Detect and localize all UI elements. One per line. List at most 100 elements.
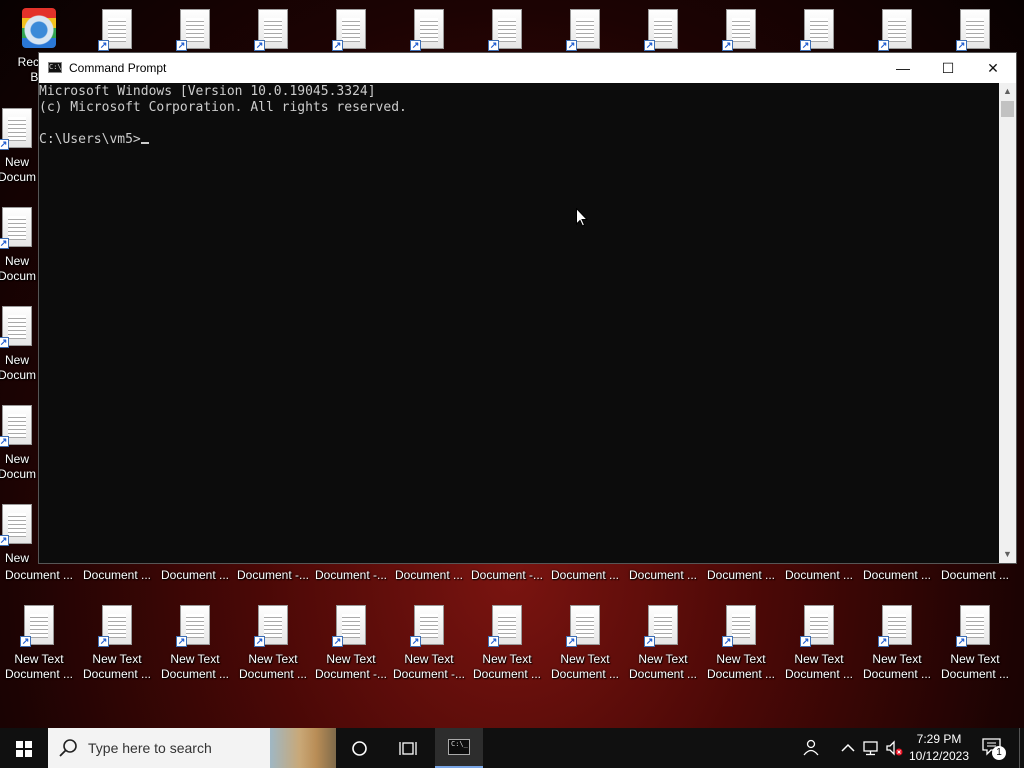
text-document-icon: ↗: [644, 9, 678, 51]
desktop-file-label[interactable]: Document ...: [858, 568, 936, 583]
text-document-icon: ↗: [800, 605, 834, 647]
start-button[interactable]: [0, 728, 48, 768]
icon-label-line2: Document ...: [862, 568, 932, 582]
desktop-file-label[interactable]: Document ...: [0, 568, 78, 583]
console-line: (c) Microsoft Corporation. All rights re…: [39, 100, 407, 115]
search-icon: [59, 739, 77, 757]
desktop-file-label[interactable]: Document ...: [624, 568, 702, 583]
shortcut-arrow-icon: ↗: [0, 535, 9, 546]
shortcut-arrow-icon: ↗: [254, 636, 265, 647]
shortcut-arrow-icon: ↗: [878, 40, 889, 51]
action-center-button[interactable]: 1: [978, 736, 1006, 760]
scroll-up-button[interactable]: ▲: [999, 83, 1016, 100]
desktop-file-label[interactable]: Document ...: [390, 568, 468, 583]
text-document-icon: ↗: [410, 9, 444, 51]
desktop-file-icon[interactable]: ↗ New TextDocument ...: [624, 605, 702, 682]
notification-badge: 1: [992, 746, 1006, 760]
desktop-file-icon[interactable]: ↗ New TextDocument -...: [390, 605, 468, 682]
console-line: Microsoft Windows [Version 10.0.19045.33…: [39, 84, 376, 99]
icon-label-line2: Document ...: [4, 568, 74, 582]
desktop-file-icon[interactable]: ↗ New TextDocument ...: [546, 605, 624, 682]
text-document-icon: ↗: [488, 9, 522, 51]
text-document-icon: ↗: [722, 9, 756, 51]
desktop-file-label[interactable]: Document -...: [468, 568, 546, 583]
network-icon[interactable]: [861, 738, 881, 758]
console-prompt-line[interactable]: C:\Users\vm5>: [39, 132, 999, 148]
console-output[interactable]: Microsoft Windows [Version 10.0.19045.33…: [39, 83, 999, 563]
window-title: Command Prompt: [69, 61, 167, 75]
shortcut-arrow-icon: ↗: [410, 636, 421, 647]
desktop-file-icon[interactable]: ↗ New TextDocument ...: [78, 605, 156, 682]
icon-label-line2: Document ...: [940, 667, 1010, 681]
shortcut-arrow-icon: ↗: [488, 40, 499, 51]
desktop-file-icon[interactable]: ↗ New TextDocument ...: [858, 605, 936, 682]
recycle-bin-image: [22, 8, 56, 48]
close-button[interactable]: ✕: [970, 53, 1016, 83]
text-document-icon: ↗: [878, 605, 912, 647]
scrollbar-thumb[interactable]: [1001, 101, 1014, 117]
shortcut-arrow-icon: ↗: [254, 40, 265, 51]
icon-label-line1: New Text: [794, 652, 844, 666]
desktop-file-label[interactable]: Document ...: [780, 568, 858, 583]
icon-label-line2: Document ...: [160, 667, 230, 681]
desktop-file-label[interactable]: Document ...: [156, 568, 234, 583]
icon-label-line2: Document ...: [550, 667, 620, 681]
desktop-file-label[interactable]: Document -...: [234, 568, 312, 583]
search-placeholder: Type here to search: [88, 740, 212, 756]
shortcut-arrow-icon: ↗: [0, 337, 9, 348]
system-clock[interactable]: 7:29 PM 10/12/2023: [904, 731, 974, 765]
icon-label-line2: Document ...: [940, 568, 1010, 582]
shortcut-arrow-icon: ↗: [20, 636, 31, 647]
icon-label-line2: Document ...: [628, 667, 698, 681]
desktop-file-icon[interactable]: ↗ New TextDocument ...: [702, 605, 780, 682]
show-desktop-button[interactable]: [1019, 728, 1024, 768]
icon-label-line1: New Text: [14, 652, 64, 666]
maximize-button[interactable]: ☐: [925, 53, 971, 83]
command-prompt-icon: C:\_: [448, 739, 470, 755]
text-document-icon: ↗: [0, 306, 32, 348]
desktop-file-icon[interactable]: ↗ New TextDocument ...: [234, 605, 312, 682]
text-document-icon: ↗: [956, 9, 990, 51]
desktop-file-label[interactable]: Document ...: [936, 568, 1014, 583]
text-document-icon: ↗: [0, 207, 32, 249]
desktop-file-icon[interactable]: ↗ New TextDocument ...: [780, 605, 858, 682]
text-document-icon: ↗: [0, 405, 32, 447]
desktop-file-icon[interactable]: ↗ New TextDocument -...: [312, 605, 390, 682]
text-document-icon: ↗: [0, 108, 32, 150]
desktop-file-label[interactable]: Document -...: [312, 568, 390, 583]
text-document-icon: ↗: [566, 9, 600, 51]
desktop-file-label[interactable]: Document ...: [78, 568, 156, 583]
volume-muted-icon[interactable]: [884, 738, 904, 758]
shortcut-arrow-icon: ↗: [410, 40, 421, 51]
desktop-file-icon[interactable]: ↗ New TextDocument ...: [936, 605, 1014, 682]
people-icon[interactable]: [801, 738, 821, 758]
search-box[interactable]: Type here to search: [48, 728, 336, 768]
text-document-icon: ↗: [98, 9, 132, 51]
vertical-scrollbar[interactable]: ▲ ▼: [999, 83, 1016, 563]
shortcut-arrow-icon: ↗: [800, 40, 811, 51]
icon-label-line1: New Text: [170, 652, 220, 666]
scroll-down-button[interactable]: ▼: [999, 546, 1016, 563]
desktop-file-icon[interactable]: ↗ New TextDocument ...: [156, 605, 234, 682]
icon-label-line2: Document ...: [706, 568, 776, 582]
text-document-icon: ↗: [566, 605, 600, 647]
cortana-button[interactable]: [336, 728, 384, 768]
taskbar-command-prompt[interactable]: C:\_: [435, 728, 483, 768]
desktop-file-icon[interactable]: ↗ New TextDocument ...: [468, 605, 546, 682]
icon-label-line2: Document ...: [862, 667, 932, 681]
desktop-file-label[interactable]: Document ...: [546, 568, 624, 583]
minimize-button[interactable]: —: [880, 53, 926, 83]
icon-label-line2: Document ...: [784, 568, 854, 582]
command-prompt-window[interactable]: C:\ Command Prompt — ☐ ✕ Microsoft Windo…: [38, 52, 1017, 564]
desktop-file-label[interactable]: Document ...: [702, 568, 780, 583]
clock-date: 10/12/2023: [908, 749, 970, 763]
chevron-up-icon[interactable]: [838, 738, 858, 758]
taskbar: Type here to search C:\_ 7:29 PM 10/12/2…: [0, 728, 1024, 768]
shortcut-arrow-icon: ↗: [0, 238, 9, 249]
command-prompt-text: C:\Users\vm5>: [39, 132, 141, 147]
window-titlebar[interactable]: C:\ Command Prompt — ☐ ✕: [39, 53, 1016, 83]
desktop-file-icon[interactable]: ↗ New TextDocument ...: [0, 605, 78, 682]
shortcut-arrow-icon: ↗: [98, 40, 109, 51]
task-view-button[interactable]: [384, 728, 432, 768]
